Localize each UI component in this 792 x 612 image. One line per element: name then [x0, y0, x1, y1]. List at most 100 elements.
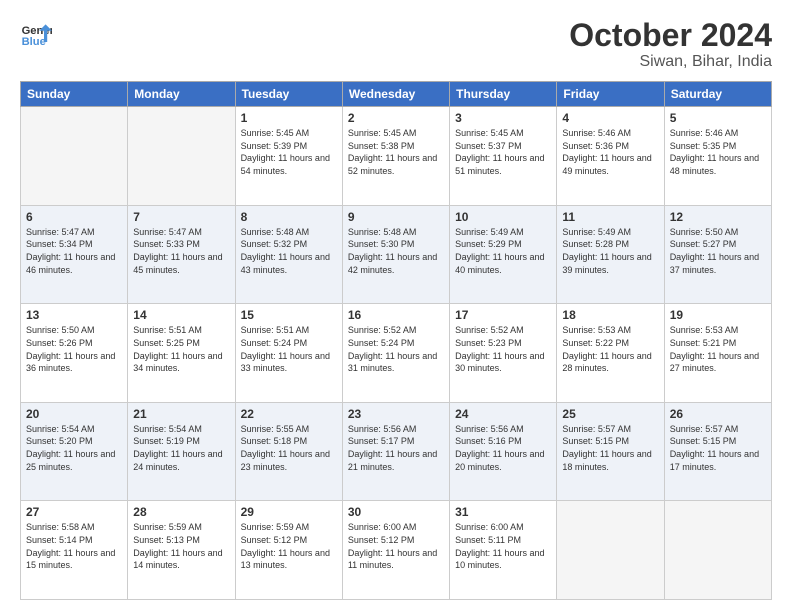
day-info: Sunrise: 5:45 AMSunset: 5:37 PMDaylight:…	[455, 127, 551, 177]
day-number: 30	[348, 505, 444, 519]
day-number: 17	[455, 308, 551, 322]
day-number: 19	[670, 308, 766, 322]
table-row: 7 Sunrise: 5:47 AMSunset: 5:33 PMDaylight…	[128, 205, 235, 304]
col-wednesday: Wednesday	[342, 82, 449, 107]
calendar-subtitle: Siwan, Bihar, India	[569, 53, 772, 71]
day-info: Sunrise: 5:57 AMSunset: 5:15 PMDaylight:…	[670, 423, 766, 473]
table-row: 9 Sunrise: 5:48 AMSunset: 5:30 PMDaylight…	[342, 205, 449, 304]
day-number: 21	[133, 407, 229, 421]
day-number: 7	[133, 210, 229, 224]
table-row: 24Sunrise: 5:56 AMSunset: 5:16 PMDayligh…	[450, 402, 557, 501]
day-info: Sunrise: 5:59 AMSunset: 5:12 PMDaylight:…	[241, 521, 337, 571]
day-info: Sunrise: 5:45 AMSunset: 5:38 PMDaylight:…	[348, 127, 444, 177]
day-info: Sunrise: 5:48 AMSunset: 5:30 PMDaylight:…	[348, 226, 444, 276]
day-number: 27	[26, 505, 122, 519]
day-number: 12	[670, 210, 766, 224]
day-info: Sunrise: 5:55 AMSunset: 5:18 PMDaylight:…	[241, 423, 337, 473]
day-info: Sunrise: 5:50 AMSunset: 5:26 PMDaylight:…	[26, 324, 122, 374]
table-row: 3Sunrise: 5:45 AMSunset: 5:37 PMDaylight…	[450, 107, 557, 206]
day-number: 18	[562, 308, 658, 322]
table-row	[557, 501, 664, 600]
table-row	[128, 107, 235, 206]
col-tuesday: Tuesday	[235, 82, 342, 107]
table-row: 13 Sunrise: 5:50 AMSunset: 5:26 PMDayligh…	[21, 304, 128, 403]
svg-text:Blue: Blue	[22, 36, 46, 48]
table-row	[664, 501, 771, 600]
day-info: Sunrise: 6:00 AMSunset: 5:12 PMDaylight:…	[348, 521, 444, 571]
calendar-header-row: Sunday Monday Tuesday Wednesday Thursday…	[21, 82, 772, 107]
day-number: 6	[26, 210, 122, 224]
day-info: Sunrise: 5:46 AMSunset: 5:35 PMDaylight:…	[670, 127, 766, 177]
day-number: 22	[241, 407, 337, 421]
col-monday: Monday	[128, 82, 235, 107]
day-info: Sunrise: 5:53 AMSunset: 5:21 PMDaylight:…	[670, 324, 766, 374]
day-info: Sunrise: 5:54 AMSunset: 5:20 PMDaylight:…	[26, 423, 122, 473]
day-number: 13	[26, 308, 122, 322]
table-row: 27 Sunrise: 5:58 AMSunset: 5:14 PMDayligh…	[21, 501, 128, 600]
day-number: 10	[455, 210, 551, 224]
day-info: Sunrise: 5:49 AMSunset: 5:29 PMDaylight:…	[455, 226, 551, 276]
day-info: Sunrise: 5:56 AMSunset: 5:17 PMDaylight:…	[348, 423, 444, 473]
day-info: Sunrise: 5:49 AMSunset: 5:28 PMDaylight:…	[562, 226, 658, 276]
day-number: 2	[348, 111, 444, 125]
calendar-week-row: 13 Sunrise: 5:50 AMSunset: 5:26 PMDayligh…	[21, 304, 772, 403]
table-row: 4Sunrise: 5:46 AMSunset: 5:36 PMDaylight…	[557, 107, 664, 206]
day-info: Sunrise: 5:47 AMSunset: 5:33 PMDaylight:…	[133, 226, 229, 276]
day-number: 28	[133, 505, 229, 519]
table-row: 30 Sunrise: 6:00 AMSunset: 5:12 PMDayligh…	[342, 501, 449, 600]
table-row: 17 Sunrise: 5:52 AMSunset: 5:23 PMDayligh…	[450, 304, 557, 403]
title-block: October 2024 Siwan, Bihar, India	[569, 18, 772, 71]
day-number: 5	[670, 111, 766, 125]
day-number: 11	[562, 210, 658, 224]
calendar-week-row: 1Sunrise: 5:45 AMSunset: 5:39 PMDaylight…	[21, 107, 772, 206]
table-row: 25 Sunrise: 5:57 AMSunset: 5:15 PMDayligh…	[557, 402, 664, 501]
day-number: 20	[26, 407, 122, 421]
table-row: 26Sunrise: 5:57 AMSunset: 5:15 PMDayligh…	[664, 402, 771, 501]
table-row: 5 Sunrise: 5:46 AMSunset: 5:35 PMDaylight…	[664, 107, 771, 206]
day-info: Sunrise: 5:54 AMSunset: 5:19 PMDaylight:…	[133, 423, 229, 473]
col-saturday: Saturday	[664, 82, 771, 107]
day-info: Sunrise: 5:51 AMSunset: 5:25 PMDaylight:…	[133, 324, 229, 374]
day-info: Sunrise: 5:59 AMSunset: 5:13 PMDaylight:…	[133, 521, 229, 571]
day-number: 31	[455, 505, 551, 519]
calendar-table: Sunday Monday Tuesday Wednesday Thursday…	[20, 81, 772, 600]
day-info: Sunrise: 5:58 AMSunset: 5:14 PMDaylight:…	[26, 521, 122, 571]
calendar-title: October 2024	[569, 18, 772, 53]
table-row: 16 Sunrise: 5:52 AMSunset: 5:24 PMDayligh…	[342, 304, 449, 403]
day-number: 24	[455, 407, 551, 421]
day-number: 25	[562, 407, 658, 421]
table-row: 15Sunrise: 5:51 AMSunset: 5:24 PMDayligh…	[235, 304, 342, 403]
day-number: 14	[133, 308, 229, 322]
table-row: 6 Sunrise: 5:47 AMSunset: 5:34 PMDaylight…	[21, 205, 128, 304]
table-row: 19 Sunrise: 5:53 AMSunset: 5:21 PMDayligh…	[664, 304, 771, 403]
table-row: 10 Sunrise: 5:49 AMSunset: 5:29 PMDayligh…	[450, 205, 557, 304]
table-row: 22 Sunrise: 5:55 AMSunset: 5:18 PMDayligh…	[235, 402, 342, 501]
table-row: 2 Sunrise: 5:45 AMSunset: 5:38 PMDaylight…	[342, 107, 449, 206]
table-row	[21, 107, 128, 206]
table-row: 12 Sunrise: 5:50 AMSunset: 5:27 PMDayligh…	[664, 205, 771, 304]
day-number: 4	[562, 111, 658, 125]
logo: General Blue	[20, 18, 52, 50]
logo-icon: General Blue	[20, 18, 52, 50]
table-row: 20 Sunrise: 5:54 AMSunset: 5:20 PMDayligh…	[21, 402, 128, 501]
day-number: 9	[348, 210, 444, 224]
page: General Blue October 2024 Siwan, Bihar, …	[0, 0, 792, 612]
calendar-week-row: 6 Sunrise: 5:47 AMSunset: 5:34 PMDaylight…	[21, 205, 772, 304]
day-number: 16	[348, 308, 444, 322]
day-info: Sunrise: 5:47 AMSunset: 5:34 PMDaylight:…	[26, 226, 122, 276]
day-info: Sunrise: 5:52 AMSunset: 5:24 PMDaylight:…	[348, 324, 444, 374]
col-friday: Friday	[557, 82, 664, 107]
table-row: 11 Sunrise: 5:49 AMSunset: 5:28 PMDayligh…	[557, 205, 664, 304]
day-number: 23	[348, 407, 444, 421]
calendar-week-row: 27 Sunrise: 5:58 AMSunset: 5:14 PMDayligh…	[21, 501, 772, 600]
table-row: 8Sunrise: 5:48 AMSunset: 5:32 PMDaylight…	[235, 205, 342, 304]
header: General Blue October 2024 Siwan, Bihar, …	[20, 18, 772, 71]
day-info: Sunrise: 5:45 AMSunset: 5:39 PMDaylight:…	[241, 127, 337, 177]
day-info: Sunrise: 5:50 AMSunset: 5:27 PMDaylight:…	[670, 226, 766, 276]
day-info: Sunrise: 5:51 AMSunset: 5:24 PMDaylight:…	[241, 324, 337, 374]
table-row: 23 Sunrise: 5:56 AMSunset: 5:17 PMDayligh…	[342, 402, 449, 501]
col-thursday: Thursday	[450, 82, 557, 107]
table-row: 29Sunrise: 5:59 AMSunset: 5:12 PMDayligh…	[235, 501, 342, 600]
day-info: Sunrise: 5:52 AMSunset: 5:23 PMDaylight:…	[455, 324, 551, 374]
day-info: Sunrise: 5:57 AMSunset: 5:15 PMDaylight:…	[562, 423, 658, 473]
